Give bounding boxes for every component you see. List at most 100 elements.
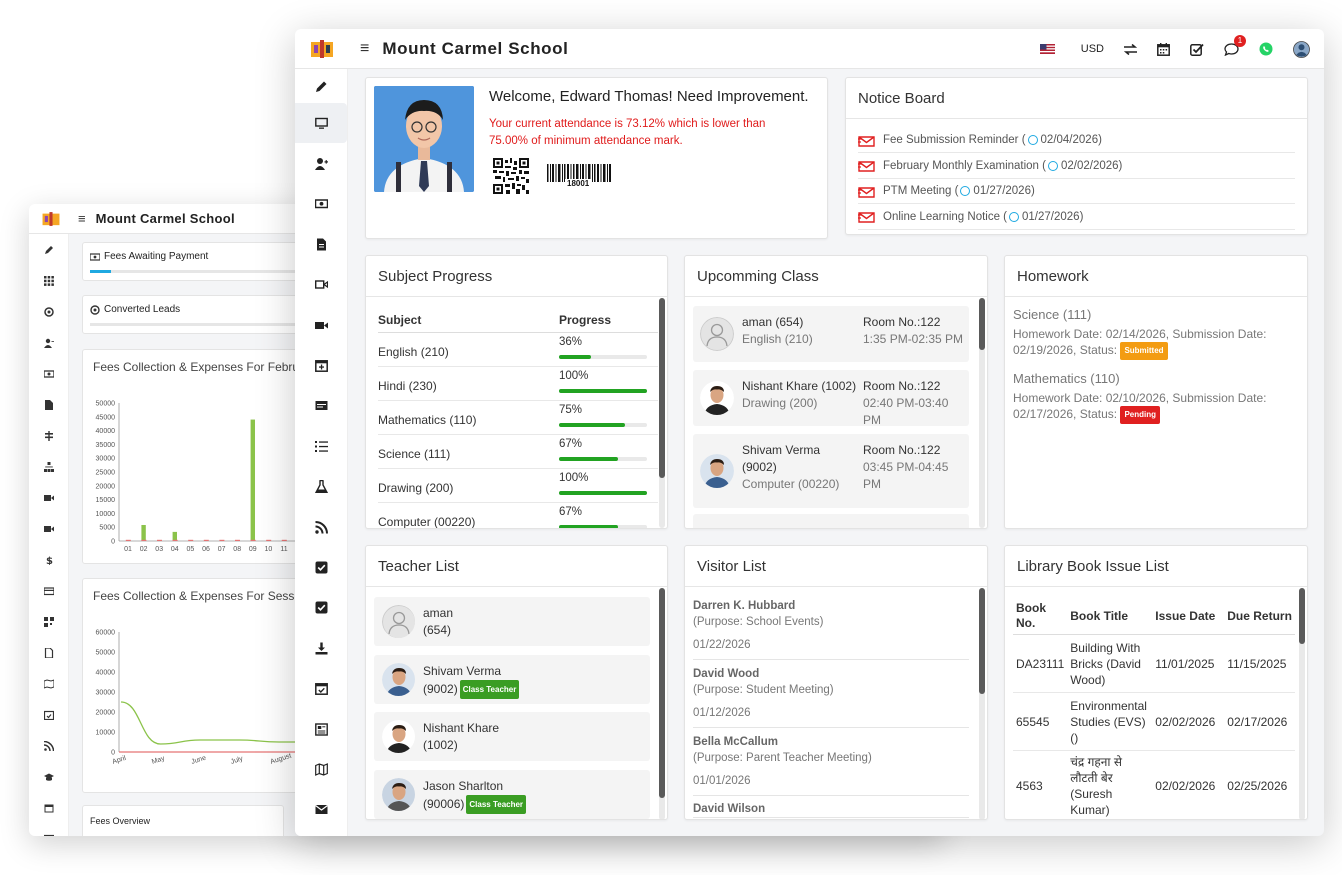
visitor-item[interactable]: Darren K. Hubbard (Purpose: School Events… [693, 598, 969, 660]
book-title: Building With Bricks (David Wood) [1067, 634, 1153, 693]
nav-edit-icon[interactable] [295, 69, 347, 103]
back-nav-sitemap-icon[interactable] [29, 451, 68, 482]
upcoming-class-item[interactable]: Nishant Khare (1002) Drawing (200) Room No… [693, 370, 969, 427]
back-nav-document-icon[interactable] [29, 389, 68, 420]
upcoming-class-item[interactable]: aman (654) English (210) Room No.:122 1:35 … [693, 306, 969, 362]
nav-download-icon[interactable] [295, 628, 347, 668]
notice-item[interactable]: February Monthly Examination (02/02/2026… [858, 154, 1295, 179]
back-nav-grid-icon[interactable] [29, 265, 68, 296]
back-nav-qr-icon[interactable] [29, 606, 68, 637]
checkbox-icon[interactable] [1190, 43, 1204, 56]
library-table-header: Book No. Book Title Issue Date Due Retur… [1013, 598, 1295, 635]
nav-check-square-icon[interactable] [295, 547, 347, 587]
chat-icon[interactable]: 1 [1224, 34, 1246, 56]
back-nav-graduation-icon[interactable] [29, 761, 68, 792]
upcoming-class-scrollbar[interactable] [979, 298, 985, 350]
library-row[interactable]: 4563 चंद्र गहना से लौटती बेर (Suresh Kuma… [1013, 750, 1295, 819]
library-scrollbar[interactable] [1299, 588, 1305, 644]
nav-id-card-icon[interactable] [295, 386, 347, 426]
class-teacher-info: Nishant Khare (1002) Drawing (200) [742, 378, 856, 412]
nav-document-icon[interactable] [295, 224, 347, 264]
notice-item[interactable]: Online Learning Notice (01/27/2026) [858, 205, 1295, 230]
progress-bar [559, 491, 647, 495]
back-nav-video-icon[interactable] [29, 482, 68, 513]
back-nav-dollar-icon[interactable]: $ [29, 544, 68, 575]
nav-video-icon[interactable] [295, 305, 347, 345]
us-flag-icon[interactable] [1039, 44, 1055, 54]
nav-list-icon[interactable] [295, 426, 347, 466]
nav-mail-icon[interactable] [295, 790, 347, 830]
whatsapp-icon[interactable] [1259, 42, 1273, 56]
nav-calendar-plus-icon[interactable] [295, 345, 347, 385]
subject-progress-scrollbar[interactable] [659, 298, 665, 478]
back-nav-signpost-icon[interactable] [29, 420, 68, 451]
visitor-list-scrollbar[interactable] [979, 588, 985, 694]
nav-dashboard-icon[interactable] [295, 103, 347, 144]
teacher-name: aman [423, 606, 454, 620]
teacher-info: Nishant Khare (1002) [423, 720, 499, 754]
menu-toggle-icon[interactable]: ≡ [360, 40, 369, 58]
teacher-item[interactable]: aman (654) [374, 597, 650, 646]
expense-bar [281, 539, 287, 541]
class-subject: Computer (00220) [742, 477, 840, 491]
progress-value: 75% [559, 404, 583, 416]
due-return-date: 11/15/2025 [1224, 634, 1295, 693]
visitor-purpose: (Purpose: Student Meeting) [693, 684, 834, 696]
notice-item[interactable]: PTM Meeting (01/27/2026) [858, 179, 1295, 204]
y-tick-label: 20000 [96, 710, 116, 717]
visitor-item[interactable]: Bella McCallum (Purpose: Parent Teacher M… [693, 734, 969, 796]
back-nav-money-icon[interactable] [29, 358, 68, 389]
back-nav-calendar-check-icon[interactable] [29, 699, 68, 730]
upcoming-class-item[interactable]: Shivam Verma (9002) Computer (00220) Room N… [693, 434, 969, 508]
calendar-icon[interactable] [1157, 42, 1170, 56]
nav-map-icon[interactable] [295, 749, 347, 789]
upcoming-class-item-partial[interactable] [693, 514, 969, 528]
nav-tasks-icon[interactable] [295, 588, 347, 628]
y-tick-label: 50000 [96, 401, 116, 408]
nav-calendar-check-icon[interactable] [295, 668, 347, 708]
teacher-item[interactable]: Shivam Verma (9002) Class Teacher [374, 654, 650, 704]
y-tick-label: 20000 [96, 483, 116, 490]
back-nav-card-icon[interactable] [29, 575, 68, 606]
back-nav-calendar-icon[interactable] [29, 792, 68, 823]
issue-date: 02/02/2026 [1152, 692, 1225, 751]
barcode-number: 18001 [565, 179, 592, 188]
subject-name: Computer (00220) [378, 515, 476, 529]
nav-flask-icon[interactable] [295, 467, 347, 507]
back-nav-file-icon[interactable] [29, 637, 68, 668]
back-nav-dashboard-icon[interactable] [29, 234, 68, 265]
teacher-item[interactable]: Nishant Khare (1002) [374, 712, 650, 761]
student-qr-code[interactable] [493, 158, 529, 194]
teacher-name: Jason Sharlton [423, 778, 504, 793]
back-nav-map-icon[interactable] [29, 668, 68, 699]
expense-bar [125, 539, 131, 541]
nav-add-user-icon[interactable] [295, 143, 347, 183]
homework-item[interactable]: Science (111) Homework Date: 02/14/2026, … [1013, 307, 1293, 360]
attendance-warning: Your current attendance is 73.12% which … [489, 118, 766, 147]
nav-rss-icon[interactable] [295, 507, 347, 547]
user-avatar-icon[interactable] [1293, 40, 1310, 58]
visitor-list-title: Visitor List [685, 546, 987, 587]
back-nav-eye-icon[interactable] [29, 296, 68, 327]
nav-newspaper-icon[interactable] [295, 709, 347, 749]
menu-toggle-icon[interactable]: ≡ [78, 211, 86, 226]
notice-item[interactable]: Fee Submission Reminder (02/04/2026) [858, 128, 1295, 153]
back-nav-rss-icon[interactable] [29, 730, 68, 761]
swap-icon[interactable] [1124, 43, 1137, 55]
teacher-item[interactable]: Jason Sharlton (90006) Class Teacher [374, 769, 650, 819]
nav-fees-icon[interactable] [295, 184, 347, 224]
subject-name: English (210) [378, 345, 449, 359]
visitor-item[interactable]: David Wilson [693, 801, 969, 818]
library-row[interactable]: DA23111 Building With Bricks (David Wood)… [1013, 634, 1295, 693]
x-tick-label: 08 [233, 546, 241, 553]
nav-video-outline-icon[interactable] [295, 265, 347, 305]
currency-selector[interactable]: USD [1081, 43, 1104, 55]
teacher-list-scrollbar[interactable] [659, 588, 665, 798]
homework-item[interactable]: Mathematics (110) Homework Date: 02/10/20… [1013, 371, 1293, 424]
visitor-item[interactable]: David Wood (Purpose: Student Meeting) 01/1… [693, 666, 969, 728]
y-tick-label: 25000 [96, 470, 116, 477]
back-nav-list-icon[interactable] [29, 823, 68, 836]
library-row[interactable]: 65545 Environmental Studies (EVS) () 02/02… [1013, 692, 1295, 751]
back-nav-camera-icon[interactable] [29, 513, 68, 544]
back-nav-user-add-icon[interactable] [29, 327, 68, 358]
